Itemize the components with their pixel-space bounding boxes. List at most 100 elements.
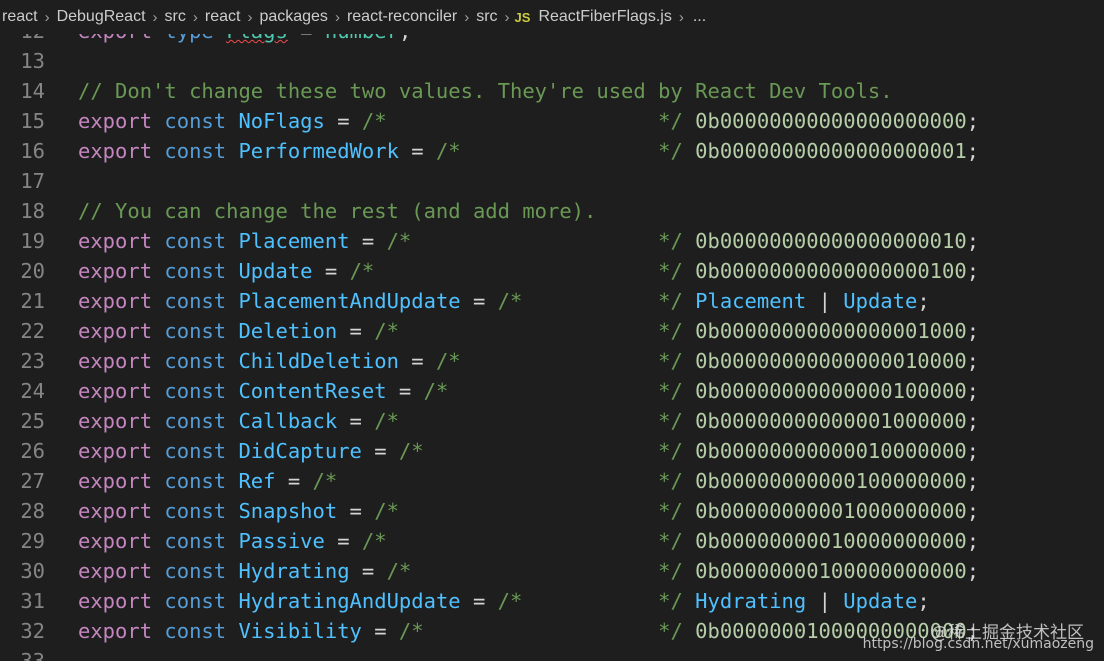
line-number: 17 <box>20 169 45 193</box>
code-line[interactable]: 24 export const ContentReset = /* */ 0b00… <box>0 376 1104 406</box>
code-token: ; <box>966 439 980 463</box>
code-token: Update <box>238 259 313 283</box>
code-line[interactable]: 23 export const ChildDeletion = /* */ 0b0… <box>0 346 1104 376</box>
code-token: const <box>164 559 227 583</box>
code-line[interactable]: 25 export const Callback = /* */ 0b000000… <box>0 406 1104 436</box>
code-token: export <box>78 349 153 373</box>
code-token: export <box>78 259 153 283</box>
code-line[interactable]: 22 export const Deletion = /* */ 0b000000… <box>0 316 1104 346</box>
code-token: const <box>164 619 227 643</box>
code-token: export <box>78 409 153 433</box>
code-token: const <box>164 469 227 493</box>
breadcrumb-item-file[interactable]: ReactFiberFlags.js <box>536 8 673 26</box>
code-token: Deletion <box>238 319 338 343</box>
code-token: 0b00000000000000000100 <box>695 259 967 283</box>
code-token: ; <box>966 559 980 583</box>
code-token: = <box>324 529 362 553</box>
code-text: export const Deletion = /* */ 0b00000000… <box>78 316 979 346</box>
code-token: Hydrating <box>695 589 807 613</box>
line-number: 31 <box>20 589 45 613</box>
breadcrumb-item-src[interactable]: src <box>163 8 188 26</box>
code-line[interactable]: 27 export const Ref = /* */ 0b00000000000… <box>0 466 1104 496</box>
code-token: ; <box>966 379 980 403</box>
code-line[interactable]: 14 // Don't change these two values. They… <box>0 76 1104 106</box>
code-token: const <box>164 349 227 373</box>
code-editor[interactable]: 12export type Flags = number;1314// Don'… <box>0 0 1104 661</box>
code-token: /* */ <box>361 529 683 553</box>
code-line[interactable]: 13 <box>0 46 1104 76</box>
code-token: 0b00000000010000000000 <box>695 529 967 553</box>
code-line[interactable]: 17 <box>0 166 1104 196</box>
code-token: // You can change the rest (and add more… <box>78 199 597 223</box>
code-line[interactable]: 19 export const Placement = /* */ 0b00000… <box>0 226 1104 256</box>
line-number: 28 <box>20 499 45 523</box>
code-line[interactable]: 29 export const Passive = /* */ 0b0000000… <box>0 526 1104 556</box>
code-line[interactable]: 31 export const HydratingAndUpdate = /* *… <box>0 586 1104 616</box>
code-token: export <box>78 589 153 613</box>
breadcrumb-item-react-folder[interactable]: react <box>203 8 243 26</box>
breadcrumb-item-react-reconciler[interactable]: react-reconciler <box>345 8 459 26</box>
code-token: Update <box>843 589 918 613</box>
chevron-right-icon: › <box>678 8 684 26</box>
code-text: export const DidCapture = /* */ 0b000000… <box>78 436 979 466</box>
code-token: /* */ <box>386 559 683 583</box>
code-token: /* */ <box>497 589 683 613</box>
code-text: export const Update = /* */ 0b0000000000… <box>78 256 979 286</box>
code-token: /* */ <box>398 619 683 643</box>
line-number: 21 <box>20 289 45 313</box>
breadcrumb-item-src-2[interactable]: src <box>474 8 499 26</box>
breadcrumb-more[interactable]: ... <box>689 8 710 26</box>
code-token: Snapshot <box>238 499 338 523</box>
code-token: /* */ <box>349 259 683 283</box>
chevron-right-icon: › <box>464 8 470 26</box>
line-number: 19 <box>20 229 45 253</box>
breadcrumb-item-react[interactable]: react <box>0 8 40 26</box>
code-token: /* */ <box>435 349 683 373</box>
code-text: export const ContentReset = /* */ 0b0000… <box>78 376 979 406</box>
code-line[interactable]: 28 export const Snapshot = /* */ 0b000000… <box>0 496 1104 526</box>
code-token: 0b00000000000010000000 <box>695 439 967 463</box>
breadcrumb-item-packages[interactable]: packages <box>257 8 330 26</box>
code-token: = <box>361 439 399 463</box>
code-line[interactable]: 20 export const Update = /* */ 0b00000000… <box>0 256 1104 286</box>
code-line[interactable]: 21 export const PlacementAndUpdate = /* *… <box>0 286 1104 316</box>
code-line[interactable]: 18 // You can change the rest (and add mo… <box>0 196 1104 226</box>
code-token: ; <box>966 499 980 523</box>
code-token: /* */ <box>312 469 683 493</box>
code-token: Placement <box>238 229 350 253</box>
code-line[interactable]: 30 export const Hydrating = /* */ 0b00000… <box>0 556 1104 586</box>
code-line[interactable]: 26 export const DidCapture = /* */ 0b0000… <box>0 436 1104 466</box>
code-token: = <box>312 259 350 283</box>
code-token: const <box>164 439 227 463</box>
code-text: export const Placement = /* */ 0b0000000… <box>78 226 979 256</box>
breadcrumb-item-debugreact[interactable]: DebugReact <box>55 8 148 26</box>
code-token: 0b00000000000000001000 <box>695 319 967 343</box>
code-token: ChildDeletion <box>238 349 399 373</box>
code-text: export const Visibility = /* */ 0b000000… <box>78 616 979 646</box>
code-token: /* */ <box>374 499 683 523</box>
code-token: 0b00000000000100000000 <box>695 469 967 493</box>
code-token: const <box>164 529 227 553</box>
code-text: export const NoFlags = /* */ 0b000000000… <box>78 106 979 136</box>
code-line[interactable]: 15 export const NoFlags = /* */ 0b0000000… <box>0 106 1104 136</box>
code-line[interactable]: 16 export const PerformedWork = /* */ 0b0… <box>0 136 1104 166</box>
